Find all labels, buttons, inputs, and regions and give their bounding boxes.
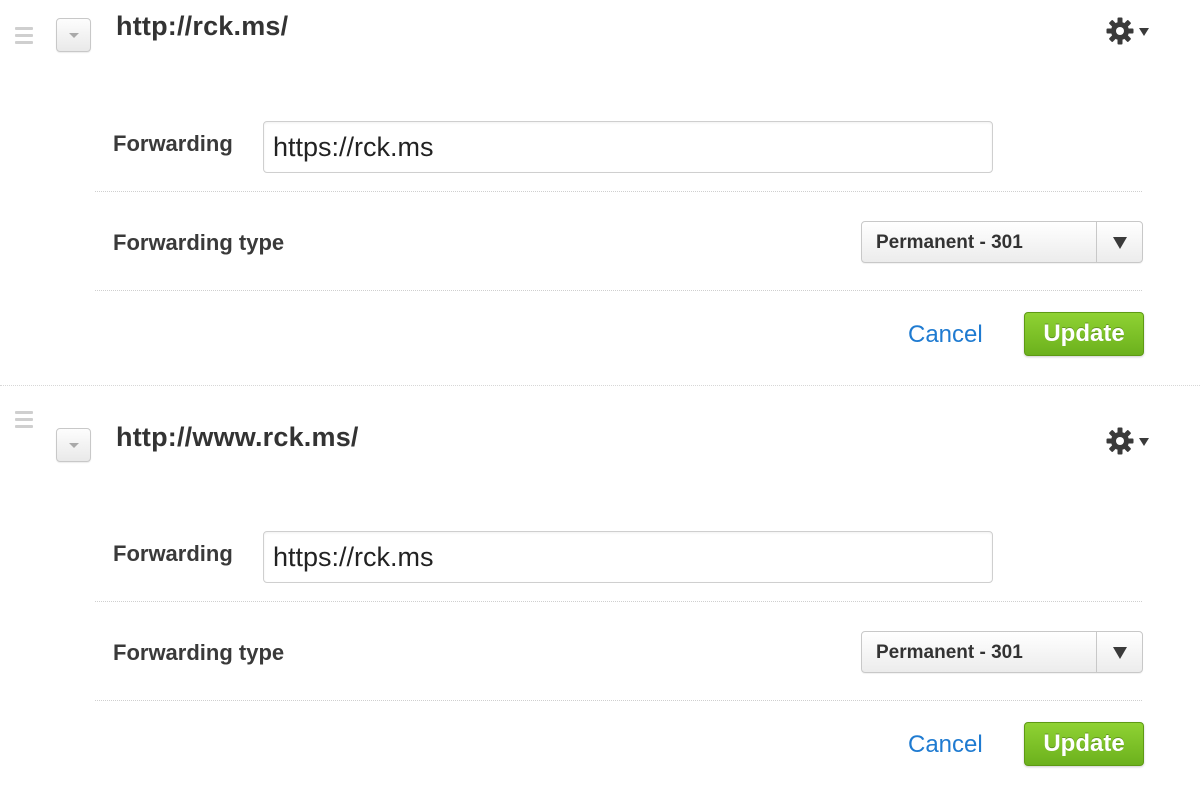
select-separator — [1096, 222, 1097, 262]
forwarding-type-value: Permanent - 301 — [876, 232, 1023, 253]
update-button[interactable]: Update — [1024, 312, 1144, 356]
forwarding-rule: http://www.rck.ms/ Forwarding Forwarding… — [0, 386, 1200, 793]
settings-menu-button[interactable] — [1105, 16, 1153, 46]
collapse-caret-icon — [69, 443, 79, 448]
forwarding-type-select[interactable]: Permanent - 301 — [861, 631, 1143, 673]
collapse-button[interactable] — [56, 428, 91, 462]
forwarding-type-label: Forwarding type — [113, 640, 285, 665]
cancel-link[interactable]: Cancel — [908, 731, 983, 759]
update-button[interactable]: Update — [1024, 722, 1144, 766]
caret-down-icon — [1139, 438, 1149, 446]
forwarding-rule: http://rck.ms/ Forwarding Forwarding typ… — [0, 0, 1200, 386]
forwarding-url-input[interactable] — [263, 531, 993, 583]
rule-url-title: http://www.rck.ms/ — [116, 422, 359, 452]
drag-handle-icon[interactable] — [15, 411, 33, 431]
forwarding-url-input[interactable] — [263, 121, 993, 173]
divider — [95, 290, 1142, 291]
divider — [95, 700, 1142, 701]
select-separator — [1096, 632, 1097, 672]
rule-url-title: http://rck.ms/ — [116, 11, 289, 41]
gear-icon — [1106, 427, 1134, 455]
collapse-caret-icon — [69, 33, 79, 38]
cancel-link[interactable]: Cancel — [908, 321, 983, 349]
gear-icon — [1106, 17, 1134, 45]
drag-handle-icon[interactable] — [15, 27, 33, 47]
settings-menu-button[interactable] — [1105, 426, 1153, 456]
forwarding-label: Forwarding — [113, 131, 233, 156]
collapse-button[interactable] — [56, 18, 91, 52]
caret-down-icon — [1113, 237, 1127, 249]
caret-down-icon — [1139, 28, 1149, 36]
divider — [95, 191, 1142, 192]
forwarding-type-label: Forwarding type — [113, 230, 285, 255]
divider — [95, 601, 1142, 602]
caret-down-icon — [1113, 647, 1127, 659]
forwarding-type-value: Permanent - 301 — [876, 642, 1023, 663]
forwarding-label: Forwarding — [113, 541, 233, 566]
forwarding-type-select[interactable]: Permanent - 301 — [861, 221, 1143, 263]
